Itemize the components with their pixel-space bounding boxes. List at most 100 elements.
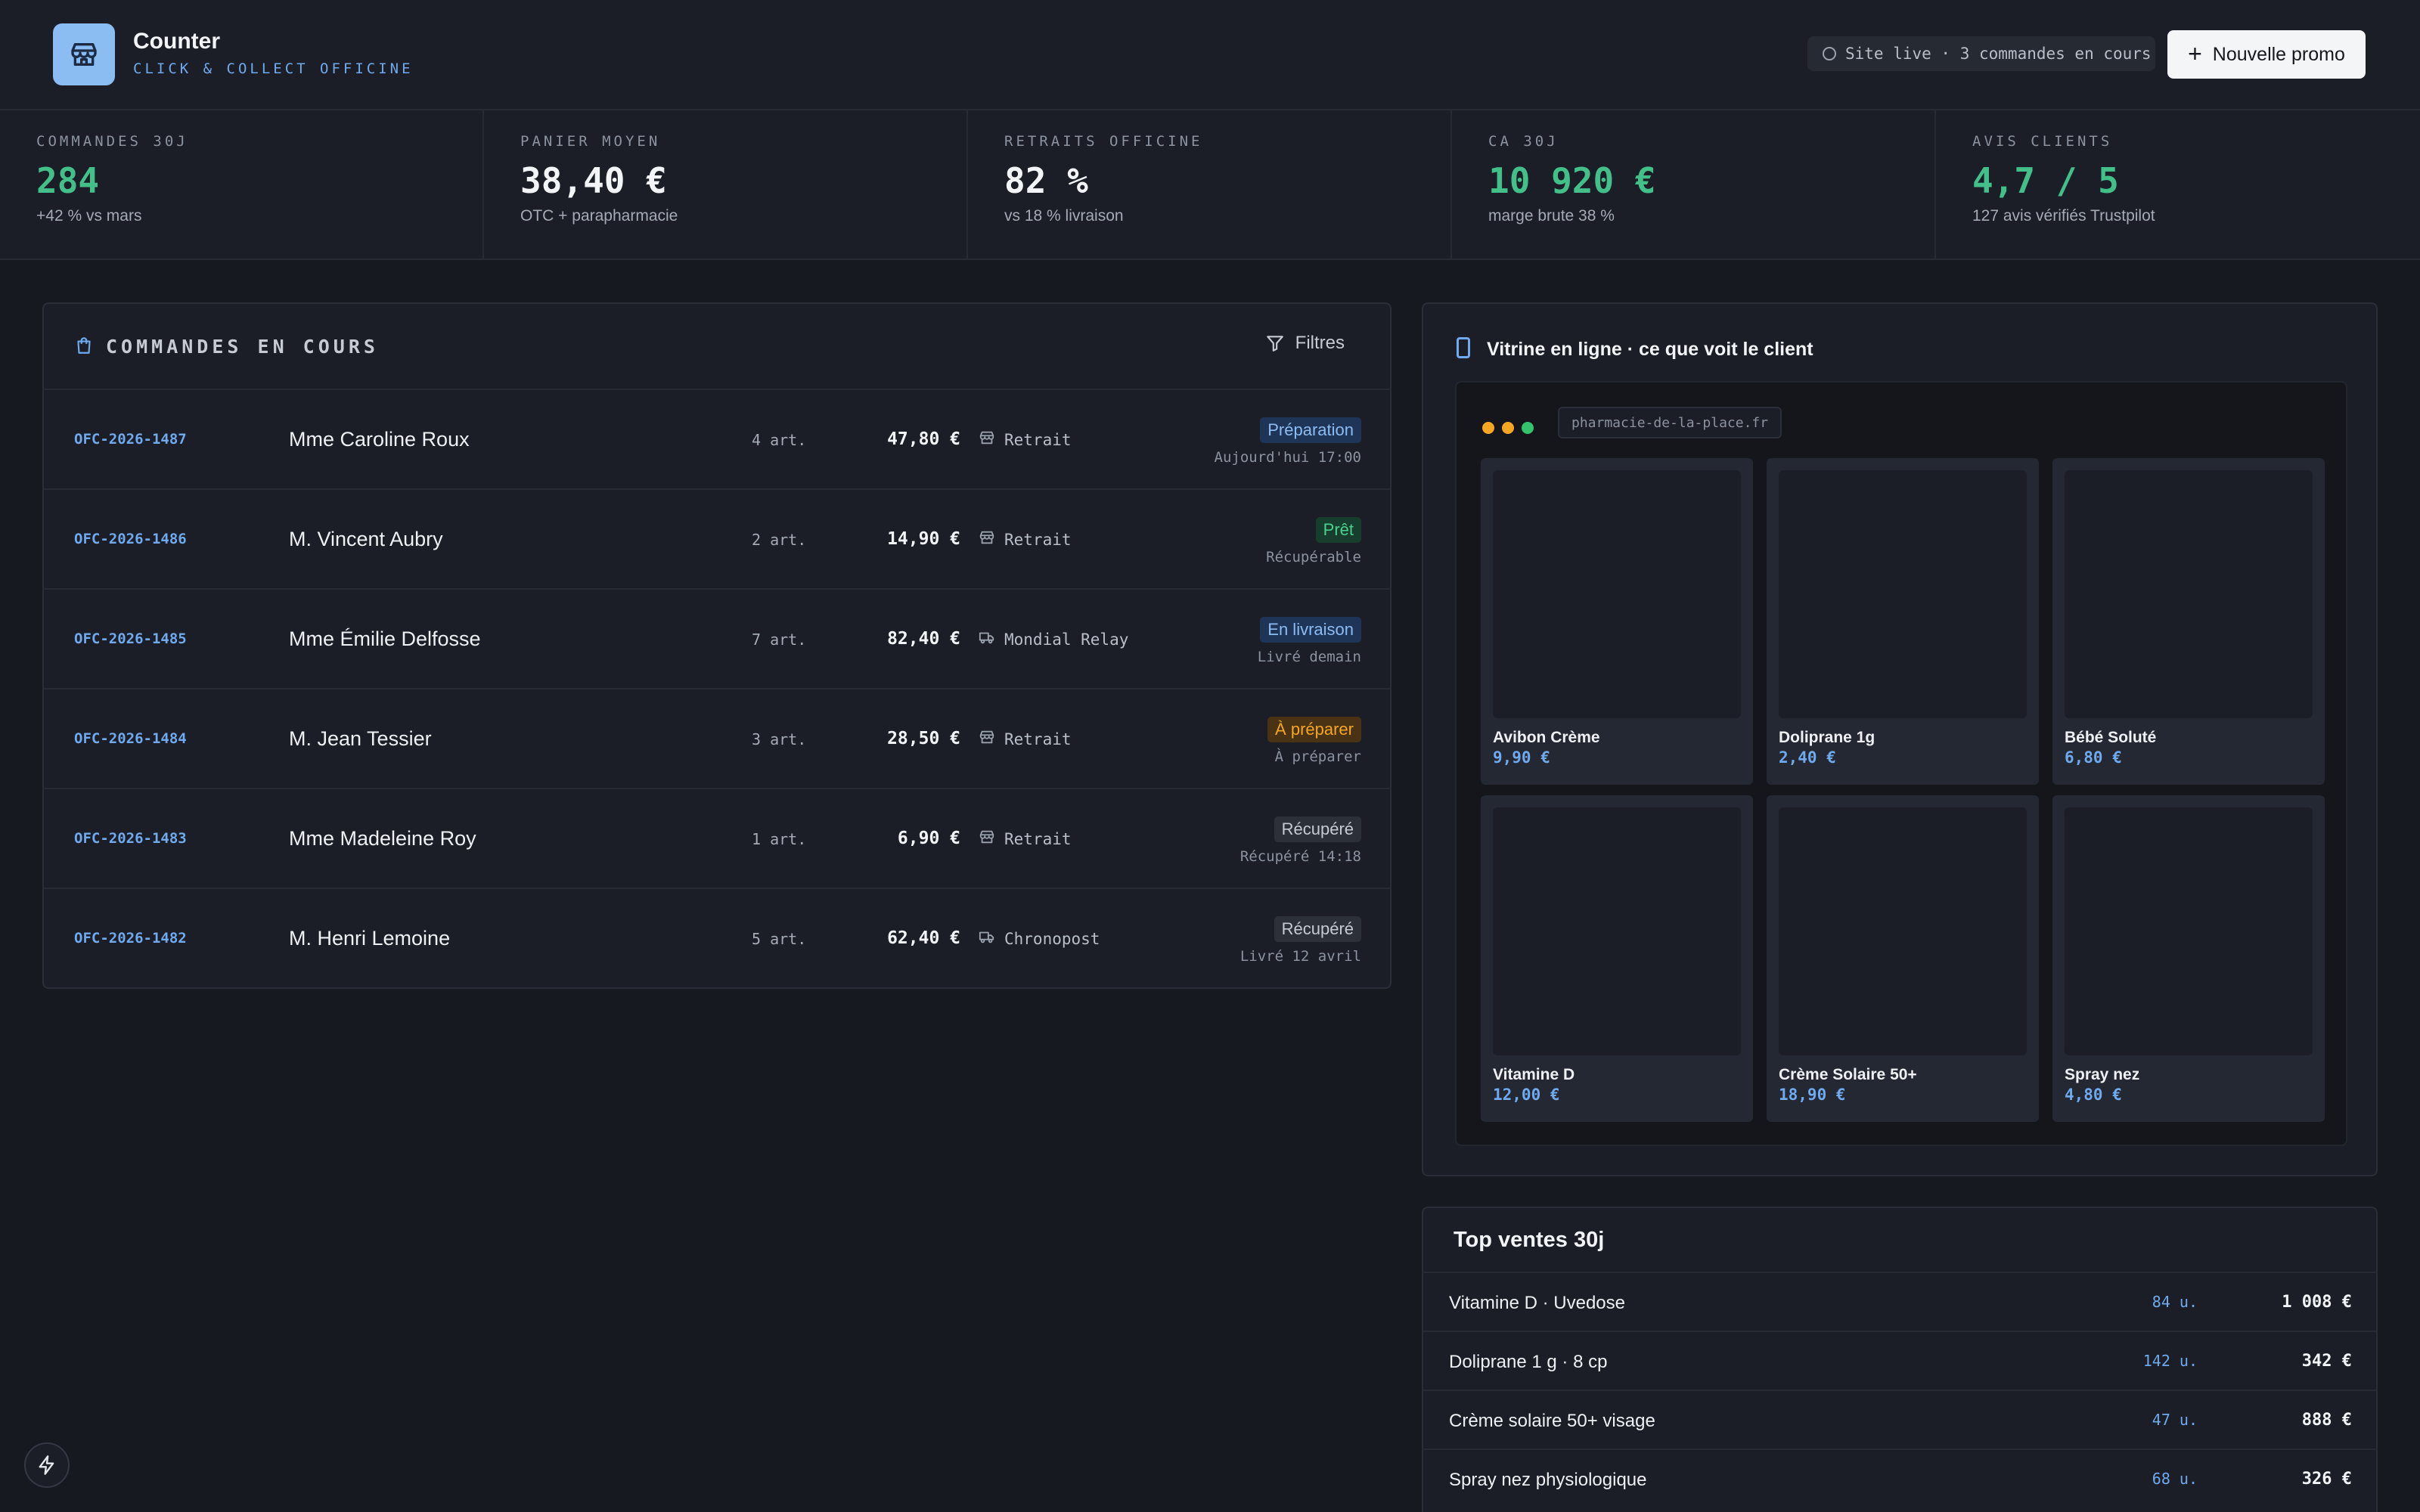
- status-badge: Récupéré: [1274, 816, 1361, 842]
- order-id[interactable]: OFC-2026-1484: [74, 730, 187, 747]
- kpi-strip: COMMANDES 30J 284 +42 % vs mars PANIER M…: [0, 110, 2420, 260]
- product-card[interactable]: Doliprane 1g 2,40 €: [1767, 458, 2039, 785]
- bolt-icon[interactable]: [24, 1442, 70, 1488]
- app-subtitle: CLICK & COLLECT OFFICINE: [133, 60, 414, 77]
- order-id[interactable]: OFC-2026-1486: [74, 531, 187, 547]
- status-detail: Livré demain: [1257, 649, 1361, 665]
- window-dot-icon: [1522, 422, 1534, 434]
- status-detail: Récupéré 14:18: [1239, 848, 1361, 865]
- order-amount: 14,90 €: [887, 529, 960, 549]
- kpi-note: 127 avis vérifiés Trustpilot: [1972, 207, 2155, 225]
- product-price: 9,90 €: [1493, 748, 1550, 767]
- customer-name: M. Henri Lemoine: [289, 927, 451, 950]
- order-row[interactable]: OFC-2026-1486 M. Vincent Aubry 2 art. 14,90…: [44, 490, 1390, 590]
- product-image: [1779, 470, 2027, 718]
- delivery-mode: Retrait: [979, 429, 1072, 450]
- product-image: [2065, 470, 2313, 718]
- store-icon[interactable]: [53, 23, 115, 85]
- delivery-mode-label: Retrait: [1004, 530, 1072, 549]
- store-icon: [979, 829, 995, 849]
- kpi-average-basket: PANIER MOYEN 38,40 € OTC + parapharmacie: [484, 110, 968, 259]
- product-name: Doliprane 1 g · 8 cp: [1449, 1352, 1608, 1372]
- orders-panel: COMMANDES EN COURS Filtres OFC-2026-1487…: [42, 302, 1392, 989]
- product-name: Crème solaire 50+ visage: [1449, 1411, 1655, 1431]
- delivery-mode-label: Retrait: [1004, 430, 1072, 449]
- filter-icon: [1266, 336, 1283, 352]
- kpi-note: marge brute 38 %: [1488, 207, 1615, 225]
- article-count: 5 art.: [752, 930, 807, 948]
- status-detail: Récupérable: [1266, 549, 1361, 565]
- article-count: 1 art.: [752, 830, 807, 848]
- order-row[interactable]: OFC-2026-1485 Mme Émilie Delfosse 7 art. 82…: [44, 590, 1390, 689]
- browser-preview: pharmacie-de-la-place.fr Avibon Crème 9,9…: [1455, 381, 2347, 1146]
- window-controls: [1482, 422, 1534, 434]
- delivery-mode-label: Retrait: [1004, 730, 1072, 748]
- url-bar[interactable]: pharmacie-de-la-place.fr: [1558, 407, 1782, 438]
- order-row[interactable]: OFC-2026-1483 Mme Madeleine Roy 1 art. 6,90…: [44, 789, 1390, 889]
- order-amount: 28,50 €: [887, 729, 960, 748]
- live-status-pill: Site live · 3 commandes en cours: [1807, 36, 2155, 71]
- top-sales-row[interactable]: Doliprane 1 g · 8 cp 142 u. 342 €: [1423, 1331, 2376, 1390]
- units-sold: 84 u.: [2152, 1293, 2198, 1311]
- status-badge: À préparer: [1267, 717, 1361, 742]
- order-row[interactable]: OFC-2026-1487 Mme Caroline Roux 4 art. 47,8…: [44, 390, 1390, 490]
- new-promo-button[interactable]: + Nouvelle promo: [2167, 30, 2366, 79]
- product-image: [2065, 807, 2313, 1055]
- phone-icon: [1457, 337, 1470, 358]
- top-sales-row[interactable]: Spray nez physiologique 68 u. 326 €: [1423, 1448, 2376, 1507]
- product-image: [1779, 807, 2027, 1055]
- product-card[interactable]: Bébé Soluté 6,80 €: [2052, 458, 2325, 785]
- app-name: Counter: [133, 29, 220, 54]
- order-id[interactable]: OFC-2026-1485: [74, 631, 187, 647]
- article-count: 4 art.: [752, 431, 807, 449]
- showcase-panel: Vitrine en ligne · ce que voit le client…: [1422, 302, 2378, 1176]
- filters-label: Filtres: [1295, 333, 1345, 353]
- top-sales-row[interactable]: Vitamine D · Uvedose 84 u. 1 008 €: [1423, 1272, 2376, 1331]
- product-card[interactable]: Vitamine D 12,00 €: [1481, 795, 1753, 1122]
- product-card[interactable]: Crème Solaire 50+ 18,90 €: [1767, 795, 2039, 1122]
- top-sales-panel: Top ventes 30j Vitamine D · Uvedose 84 u.…: [1422, 1207, 2378, 1512]
- plus-icon: +: [2188, 39, 2202, 67]
- delivery-mode-label: Retrait: [1004, 829, 1072, 848]
- product-name: Bébé Soluté: [2065, 729, 2157, 746]
- live-status-text: Site live · 3 commandes en cours: [1845, 45, 2152, 63]
- article-count: 3 art.: [752, 730, 807, 748]
- product-card[interactable]: Avibon Crème 9,90 €: [1481, 458, 1753, 785]
- store-icon: [979, 429, 995, 450]
- kpi-value: 82 %: [1004, 160, 1088, 201]
- orders-header: COMMANDES EN COURS Filtres: [44, 304, 1390, 390]
- order-id[interactable]: OFC-2026-1487: [74, 431, 187, 448]
- window-dot-icon: [1482, 422, 1494, 434]
- units-sold: 142 u.: [2142, 1352, 2198, 1370]
- delivery-mode-label: Chronopost: [1004, 929, 1100, 948]
- order-row[interactable]: OFC-2026-1484 M. Jean Tessier 3 art. 28,50 …: [44, 689, 1390, 789]
- product-card[interactable]: Spray nez 4,80 €: [2052, 795, 2325, 1122]
- kpi-label: PANIER MOYEN: [520, 133, 661, 150]
- status-badge: Préparation: [1260, 417, 1361, 443]
- kpi-reviews: AVIS CLIENTS 4,7 / 5 127 avis vérifiés T…: [1936, 110, 2420, 259]
- delivery-mode: Mondial Relay: [979, 629, 1128, 649]
- product-name: Vitamine D: [1493, 1066, 1575, 1083]
- top-sales-row[interactable]: Crème solaire 50+ visage 47 u. 888 €: [1423, 1390, 2376, 1448]
- article-count: 7 art.: [752, 631, 807, 649]
- order-id[interactable]: OFC-2026-1482: [74, 930, 187, 947]
- order-row[interactable]: OFC-2026-1482 M. Henri Lemoine 5 art. 62,40…: [44, 889, 1390, 989]
- product-name: Doliprane 1g: [1779, 729, 1876, 746]
- status-badge: Récupéré: [1274, 916, 1361, 942]
- order-id[interactable]: OFC-2026-1483: [74, 830, 187, 847]
- app-header: Counter CLICK & COLLECT OFFICINE Site li…: [0, 0, 2420, 110]
- filters-button[interactable]: Filtres: [1265, 333, 1345, 354]
- kpi-value: 4,7 / 5: [1972, 160, 2119, 201]
- sales-amount: 888 €: [2301, 1411, 2352, 1430]
- sales-amount: 1 008 €: [2282, 1293, 2352, 1312]
- store-icon: [979, 729, 995, 749]
- status-badge: En livraison: [1260, 617, 1361, 643]
- kpi-value: 38,40 €: [520, 160, 667, 201]
- top-sales-title: Top ventes 30j: [1454, 1228, 1605, 1252]
- product-name: Spray nez: [2065, 1066, 2140, 1083]
- kpi-note: vs 18 % livraison: [1004, 207, 1124, 225]
- kpi-note: OTC + parapharmacie: [520, 207, 678, 225]
- kpi-value: 284: [36, 160, 100, 201]
- kpi-pickups: RETRAITS OFFICINE 82 % vs 18 % livraison: [968, 110, 1452, 259]
- status-detail: Livré 12 avril: [1239, 948, 1361, 965]
